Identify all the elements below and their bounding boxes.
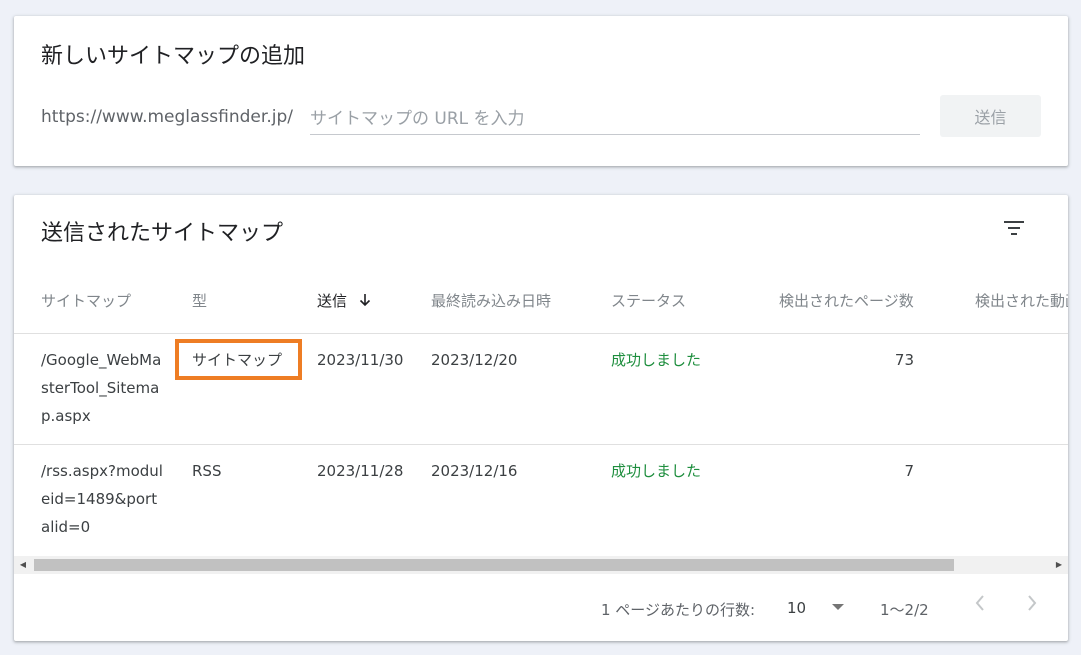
previous-page-button[interactable] <box>970 593 990 618</box>
scrollbar-thumb[interactable] <box>34 559 954 571</box>
row-submitted-date: 2023/11/30 <box>317 351 404 369</box>
header-divider <box>14 333 1068 334</box>
add-sitemap-title: 新しいサイトマップの追加 <box>41 44 306 69</box>
row-last-read-date: 2023/12/20 <box>431 351 518 369</box>
rows-per-page-value: 10 <box>787 599 807 617</box>
pagination-range: 1〜2/2 <box>880 601 929 619</box>
column-header-type[interactable]: 型 <box>192 290 207 311</box>
row-sitemap-path[interactable]: /rss.aspx?moduleid=1489&portalid=0 <box>41 457 166 541</box>
row-sitemap-path[interactable]: /Google_WebMasterTool_Sitemap.aspx <box>41 346 166 430</box>
filter-icon <box>1004 221 1024 235</box>
rows-per-page-label: 1 ページあたりの行数: <box>601 601 756 619</box>
scroll-right-arrow-icon[interactable]: ▶ <box>1050 556 1068 574</box>
submitted-sitemaps-title: 送信されたサイトマップ <box>41 221 284 246</box>
column-header-submitted[interactable]: 送信 <box>317 290 372 311</box>
row-divider <box>14 444 1068 445</box>
type-highlight-box <box>175 339 302 380</box>
column-header-submitted-label: 送信 <box>317 292 348 310</box>
column-header-last-read[interactable]: 最終読み込み日時 <box>431 290 551 311</box>
submitted-sitemaps-card: 送信されたサイトマップ サイトマップ 型 送信 最終読み込み日時 ステータス 検… <box>14 195 1068 641</box>
row-status: 成功しました <box>611 462 702 480</box>
horizontal-scrollbar[interactable]: ◀ ▶ <box>14 556 1068 574</box>
chevron-left-icon <box>975 595 984 611</box>
filter-button[interactable] <box>998 217 1030 241</box>
next-page-button[interactable] <box>1022 593 1042 618</box>
column-header-sitemap[interactable]: サイトマップ <box>41 290 131 311</box>
arrow-down-icon <box>359 294 370 307</box>
row-discovered-pages: 7 <box>904 462 914 480</box>
url-prefix: https://www.meglassfinder.jp/ <box>41 107 293 127</box>
column-header-status[interactable]: ステータス <box>611 290 686 311</box>
chevron-right-icon <box>1028 595 1037 611</box>
submit-button[interactable]: 送信 <box>940 95 1041 137</box>
column-header-discovered-pages[interactable]: 検出されたページ数 <box>779 290 914 311</box>
add-sitemap-card: 新しいサイトマップの追加 https://www.meglassfinder.j… <box>14 16 1068 166</box>
rows-per-page-select[interactable]: 10 <box>787 599 845 617</box>
row-last-read-date: 2023/12/16 <box>431 462 518 480</box>
row-status: 成功しました <box>611 351 702 369</box>
row-submitted-date: 2023/11/28 <box>317 462 404 480</box>
scroll-left-arrow-icon[interactable]: ◀ <box>14 556 32 574</box>
row-discovered-pages: 73 <box>894 351 914 369</box>
row-type: RSS <box>192 462 222 480</box>
sitemap-url-input[interactable] <box>310 104 920 135</box>
dropdown-caret-icon <box>831 604 844 610</box>
column-header-discovered-videos[interactable]: 検出された動画 <box>975 290 1068 311</box>
